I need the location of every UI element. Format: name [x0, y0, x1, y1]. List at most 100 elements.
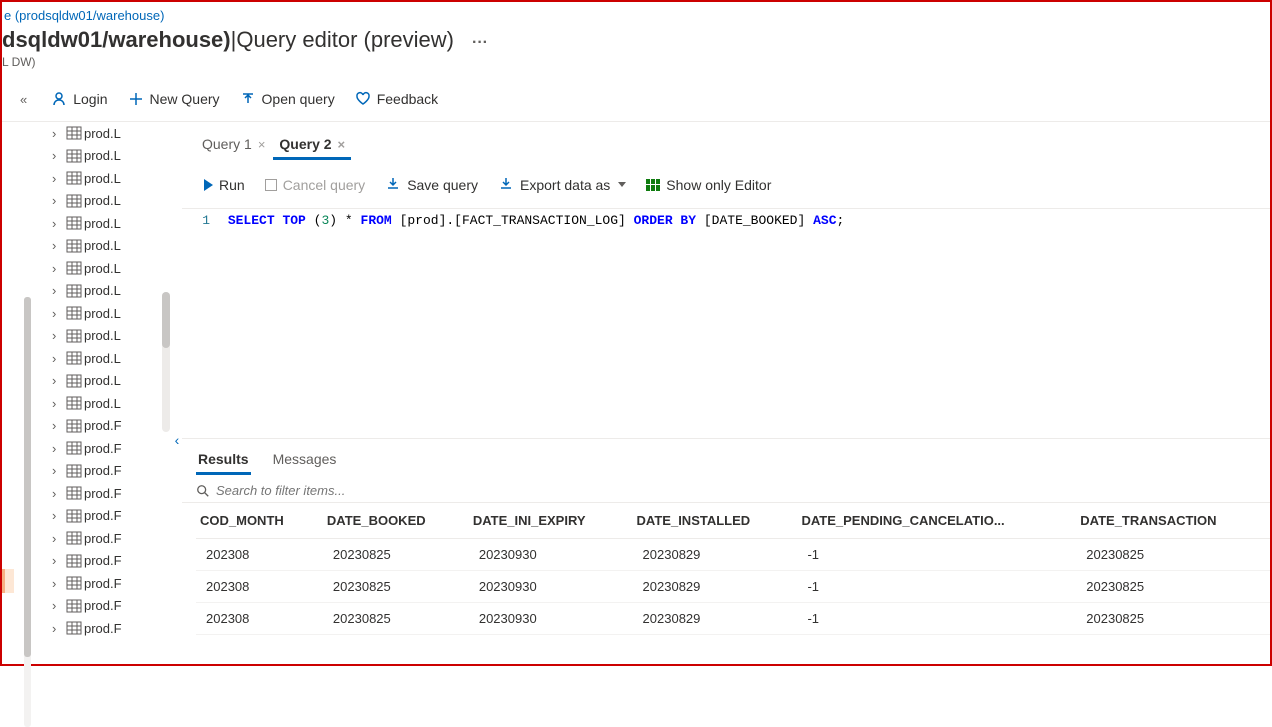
sidebar-scrollbar-thumb[interactable] — [162, 292, 170, 348]
new-query-label: New Query — [150, 91, 220, 107]
splitter-collapse-icon[interactable]: ‹ — [175, 432, 180, 448]
tree-item-label: prod.F — [84, 441, 122, 456]
table-row[interactable]: 202308202308252023093020230829-120230825 — [196, 603, 1270, 635]
chevron-right-icon: › — [52, 463, 64, 478]
grid-icon — [646, 179, 660, 191]
cancel-query-button[interactable]: Cancel query — [257, 173, 374, 197]
table-row[interactable]: 202308202308252023093020230829-120230825 — [196, 571, 1270, 603]
column-header[interactable]: COD_MONTH — [196, 503, 323, 539]
result-tabs: Results Messages — [182, 438, 1270, 475]
tree-item-label: prod.F — [84, 418, 122, 433]
tree-item[interactable]: ›prod.L — [42, 302, 172, 325]
more-actions-icon[interactable]: ··· — [472, 34, 488, 52]
new-query-button[interactable]: New Query — [120, 87, 228, 111]
tree-item[interactable]: ›prod.L — [42, 280, 172, 303]
tree-item[interactable]: ›prod.L — [42, 190, 172, 213]
export-data-button[interactable]: Export data as — [490, 171, 634, 198]
feedback-button[interactable]: Feedback — [347, 87, 446, 111]
tree-item[interactable]: ›prod.F — [42, 550, 172, 573]
tree-item[interactable]: › prod.F — [42, 437, 172, 460]
play-icon — [204, 179, 213, 191]
chevron-right-icon: › — [52, 238, 64, 253]
login-label: Login — [73, 91, 107, 107]
tree-item[interactable]: ›prod.L — [42, 325, 172, 348]
kw-orderby: ORDER BY — [634, 213, 696, 228]
tree-item[interactable]: ›prod.L — [42, 145, 172, 168]
chevron-right-icon: › — [52, 216, 64, 231]
sql-editor[interactable]: 1 SELECT TOP (3) * FROM [prod].[FACT_TRA… — [182, 208, 1270, 438]
page-title-view: Query editor (preview) — [236, 27, 454, 53]
cell: -1 — [797, 571, 1076, 603]
table-icon — [66, 306, 82, 320]
table-icon — [66, 351, 82, 365]
outer-scrollbar[interactable] — [24, 297, 31, 727]
tree-item[interactable]: ›prod.F — [42, 527, 172, 550]
close-icon[interactable]: × — [338, 137, 346, 152]
table-icon — [66, 261, 82, 275]
table-icon — [66, 171, 82, 185]
tree-item-label: prod.L — [84, 238, 121, 253]
download-icon — [385, 175, 401, 194]
tree-item[interactable]: ›prod.F — [42, 617, 172, 640]
tab-results[interactable]: Results — [196, 447, 251, 475]
splitter[interactable]: ‹ — [172, 122, 182, 654]
tree-item[interactable]: ›prod.F — [42, 415, 172, 438]
tree-item[interactable]: ›prod.L — [42, 392, 172, 415]
tree-item-label: prod.F — [84, 553, 122, 568]
semi: ; — [837, 213, 845, 228]
tree-item[interactable]: ›prod.L — [42, 347, 172, 370]
cell: -1 — [797, 603, 1076, 635]
cell: 20230825 — [323, 539, 469, 571]
table-icon — [66, 441, 82, 455]
tree-item[interactable]: ›prod.L — [42, 257, 172, 280]
tree-item[interactable]: ›prod.L — [42, 122, 172, 145]
chevron-right-icon: › — [52, 171, 64, 186]
column-header[interactable]: DATE_TRANSACTION — [1076, 503, 1270, 539]
tree-item[interactable]: ›prod.L — [42, 212, 172, 235]
login-button[interactable]: Login — [43, 87, 115, 111]
table-row[interactable]: 202308202308252023093020230829-120230825 — [196, 539, 1270, 571]
tree-item[interactable]: › prod.L — [42, 167, 172, 190]
query-tab[interactable]: Query 1× — [196, 130, 271, 160]
column-header[interactable]: DATE_INSTALLED — [633, 503, 798, 539]
outer-scrollbar-thumb[interactable] — [24, 297, 31, 657]
table-icon — [66, 194, 82, 208]
tree-item[interactable]: ›prod.F — [42, 595, 172, 618]
chevron-right-icon: › — [52, 373, 64, 388]
column-header[interactable]: DATE_BOOKED — [323, 503, 469, 539]
tree-item[interactable]: › prod.L — [42, 235, 172, 258]
tree-item[interactable]: ›prod.L — [42, 370, 172, 393]
sidebar-scrollbar[interactable] — [162, 292, 170, 432]
chevron-right-icon: › — [52, 508, 64, 523]
save-query-button[interactable]: Save query — [377, 171, 486, 198]
chevron-right-icon: › — [52, 351, 64, 366]
tree-item-label: prod.L — [84, 328, 121, 343]
tree-item-label: prod.F — [84, 576, 122, 591]
upload-icon — [240, 91, 256, 107]
column-header[interactable]: DATE_INI_EXPIRY — [469, 503, 633, 539]
column-header[interactable]: DATE_PENDING_CANCELATIO... — [797, 503, 1076, 539]
run-button[interactable]: Run — [196, 173, 253, 197]
chevron-right-icon: › — [52, 441, 64, 456]
resource-subtitle: L DW) — [2, 53, 1270, 69]
breadcrumb-link[interactable]: e (prodsqldw01/warehouse) — [2, 4, 1270, 25]
kw-from: FROM — [361, 213, 392, 228]
collapse-left-icon[interactable]: « — [20, 92, 27, 107]
search-icon — [196, 484, 210, 498]
tree-item-label: prod.L — [84, 171, 121, 186]
tree-item-label: prod.L — [84, 126, 121, 141]
close-icon[interactable]: × — [258, 137, 266, 152]
object-explorer: ›prod.L›prod.L›prod.L›prod.L›prod.L›prod… — [42, 122, 172, 654]
show-only-editor-button[interactable]: Show only Editor — [638, 173, 779, 197]
table-icon — [66, 374, 82, 388]
table-icon — [66, 126, 82, 140]
tree-item[interactable]: ›prod.F — [42, 572, 172, 595]
results-search-input[interactable] — [216, 483, 516, 498]
tree-item[interactable]: ›prod.F — [42, 460, 172, 483]
tree-item[interactable]: ›prod.F — [42, 482, 172, 505]
tree-item[interactable]: ›prod.F — [42, 505, 172, 528]
query-tab[interactable]: Query 2× — [273, 130, 351, 160]
cell: 20230930 — [469, 539, 633, 571]
tab-messages[interactable]: Messages — [271, 447, 339, 475]
open-query-button[interactable]: Open query — [232, 87, 343, 111]
